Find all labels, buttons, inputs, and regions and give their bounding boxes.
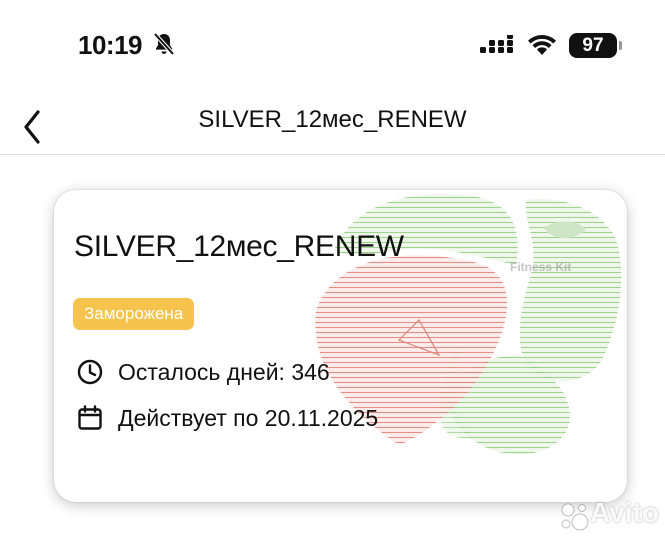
status-badge: Заморожена (73, 298, 195, 330)
days-left-row: Осталось дней: 346 (76, 357, 330, 387)
signal-icon (480, 35, 513, 53)
nav-bar: SILVER_12мес_RENEW (0, 92, 665, 155)
clock-icon (77, 359, 103, 385)
status-time: 10:19 (78, 30, 143, 60)
wifi-icon (528, 34, 556, 55)
valid-until-text: Действует по 20.11.2025 (118, 404, 379, 431)
avito-watermark: Avito (590, 497, 659, 528)
battery-tip (619, 41, 622, 50)
bell-slash-icon (153, 32, 175, 56)
logo-text: Fitness Kit (510, 260, 572, 274)
calendar-icon (78, 405, 102, 430)
days-left-text: Осталось дней: 346 (118, 358, 330, 385)
valid-until-row: Действует по 20.11.2025 (76, 403, 378, 433)
page-title: SILVER_12мес_RENEW (198, 106, 467, 133)
battery-icon: 97 (569, 33, 617, 58)
status-bar: 10:19 97 (0, 0, 665, 92)
card-title: SILVER_12мес_RENEW (74, 230, 404, 263)
membership-card[interactable]: Fitness Kit SILVER_12мес_RENEW Заморожен… (54, 190, 627, 502)
